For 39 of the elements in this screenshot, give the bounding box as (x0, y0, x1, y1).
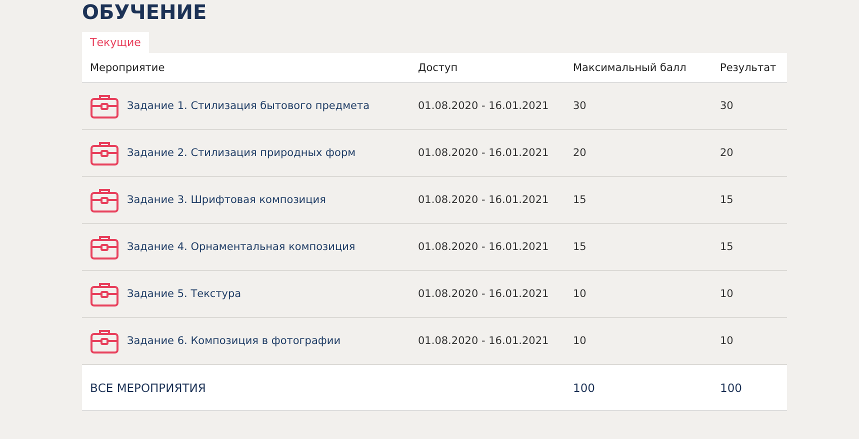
tab[interactable]: Текущие (82, 32, 149, 53)
max-score: 15 (573, 194, 586, 206)
task-link[interactable]: Задание 6. Композиция в фотографии (127, 335, 341, 347)
briefcase-icon (90, 140, 119, 166)
page-title: ОБУЧЕНИЕ (82, 0, 208, 24)
briefcase-icon (90, 328, 119, 354)
result-score: 15 (720, 194, 734, 206)
task-link[interactable]: Задание 5. Текстура (127, 288, 242, 300)
briefcase-icon (90, 93, 119, 119)
result-score: 15 (720, 241, 734, 253)
access-dates: 01.08.2020 - 16.01.2021 (418, 147, 549, 159)
max-score: 10 (573, 288, 586, 300)
total-label: ВСЕ МЕРОПРИЯТИЯ (82, 365, 410, 411)
briefcase-icon (90, 187, 119, 213)
column-header: Мероприятие (82, 53, 410, 83)
task-link[interactable]: Задание 2. Стилизация природных форм (127, 147, 356, 159)
max-score: 10 (573, 335, 586, 347)
access-dates: 01.08.2020 - 16.01.2021 (418, 288, 549, 300)
total-max-score: 100 (565, 365, 712, 411)
result-score: 30 (720, 100, 734, 112)
column-header: Максимальный балл (565, 53, 712, 83)
total-result: 100 (712, 365, 787, 411)
result-score: 20 (720, 147, 734, 159)
column-header: Результат (712, 53, 787, 83)
access-dates: 01.08.2020 - 16.01.2021 (418, 241, 549, 253)
max-score: 20 (573, 147, 586, 159)
max-score: 15 (573, 241, 586, 253)
result-score: 10 (720, 288, 734, 300)
access-dates: 01.08.2020 - 16.01.2021 (418, 335, 549, 347)
access-dates: 01.08.2020 - 16.01.2021 (418, 100, 549, 112)
briefcase-icon (90, 281, 119, 307)
max-score: 30 (573, 100, 586, 112)
result-score: 10 (720, 335, 734, 347)
briefcase-icon (90, 234, 119, 260)
task-link[interactable]: Задание 3. Шрифтовая композиция (127, 194, 326, 206)
task-link[interactable]: Задание 4. Орнаментальная композиция (127, 241, 356, 253)
access-dates: 01.08.2020 - 16.01.2021 (418, 194, 549, 206)
task-link[interactable]: Задание 1. Стилизация бытового предмета (127, 100, 370, 112)
column-header: Доступ (410, 53, 565, 83)
